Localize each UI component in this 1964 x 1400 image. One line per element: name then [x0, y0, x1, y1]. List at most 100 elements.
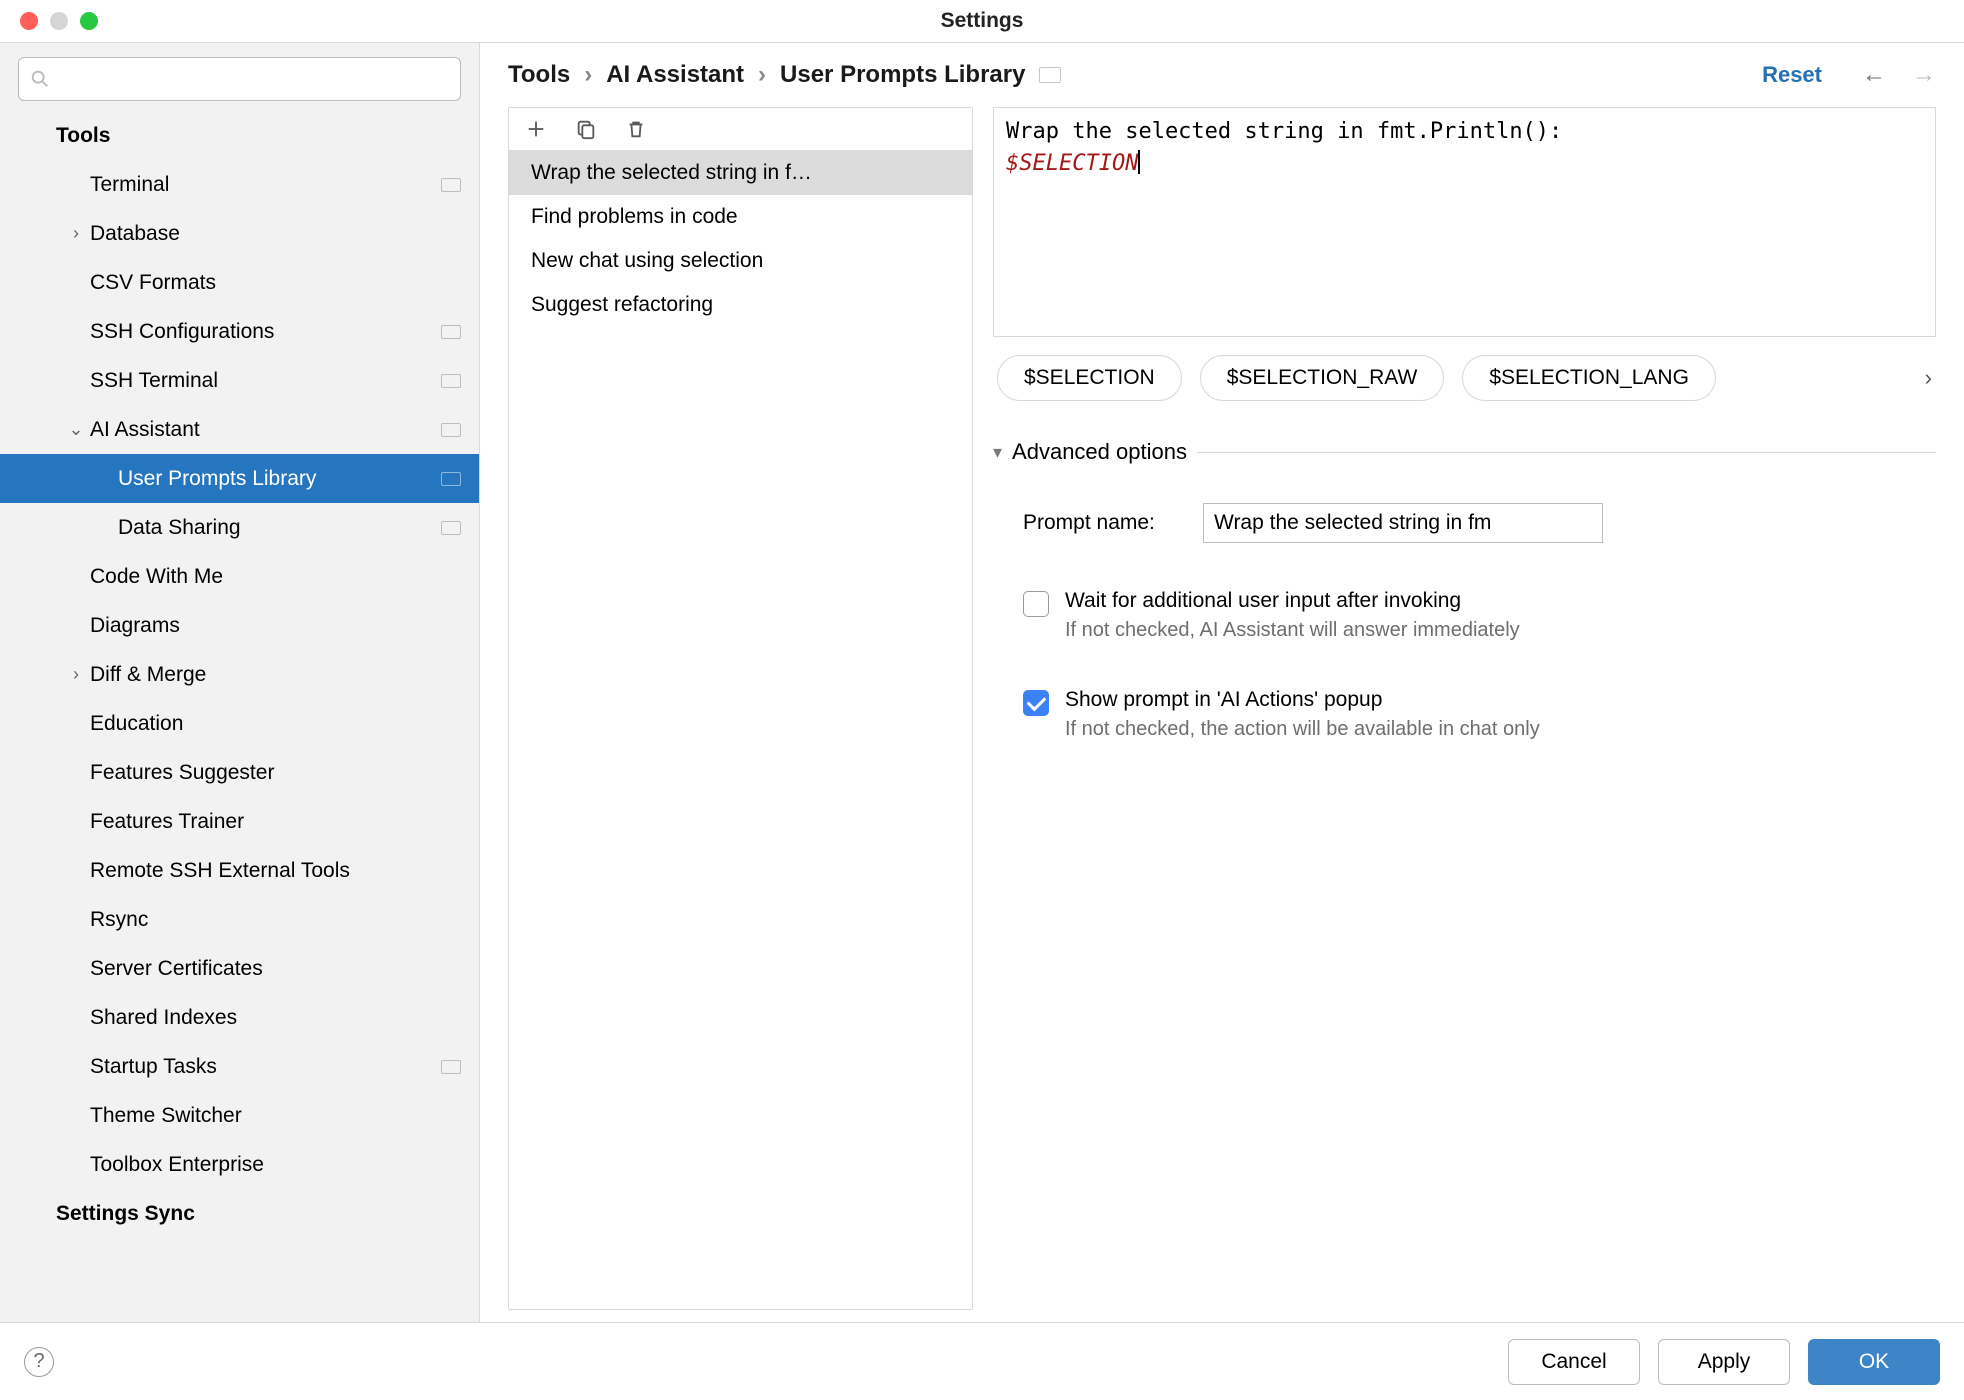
sidebar-item-terminal[interactable]: Terminal — [0, 160, 479, 209]
sidebar-item-server-certificates[interactable]: Server Certificates — [0, 944, 479, 993]
sidebar-item-user-prompts-library[interactable]: User Prompts Library — [0, 454, 479, 503]
sidebar-item-ssh-terminal[interactable]: SSH Terminal — [0, 356, 479, 405]
add-icon[interactable] — [525, 118, 547, 140]
advanced-options-header[interactable]: ▾ Advanced options — [993, 439, 1936, 465]
search-input[interactable] — [57, 66, 450, 92]
chevron-down-icon: ▾ — [993, 442, 1002, 463]
sidebar-item-shared-indexes[interactable]: Shared Indexes — [0, 993, 479, 1042]
token-row: $SELECTION $SELECTION_RAW $SELECTION_LAN… — [993, 355, 1936, 401]
crumb-tools[interactable]: Tools — [508, 61, 570, 89]
prompt-name-row: Prompt name: — [993, 503, 1936, 543]
scope-tag-icon — [441, 1060, 461, 1074]
sidebar-item-data-sharing[interactable]: Data Sharing — [0, 503, 479, 552]
sidebar-item-rsync[interactable]: Rsync — [0, 895, 479, 944]
minimize-window-button[interactable] — [50, 12, 68, 30]
sidebar-item-features-suggester[interactable]: Features Suggester — [0, 748, 479, 797]
sidebar-item-code-with-me[interactable]: Code With Me — [0, 552, 479, 601]
editor-variable: $SELECTION — [1006, 151, 1138, 176]
sidebar-item-label: Tools — [56, 124, 461, 148]
prompt-item[interactable]: Find problems in code — [509, 195, 972, 239]
apply-button[interactable]: Apply — [1658, 1339, 1790, 1385]
prompt-list-panel: Wrap the selected string in f…Find probl… — [508, 107, 973, 1310]
delete-icon[interactable] — [625, 118, 647, 140]
settings-sidebar: Tools Terminal›Database CSV Formats SSH Con… — [0, 43, 480, 1322]
sidebar-item-diagrams[interactable]: Diagrams — [0, 601, 479, 650]
window-title: Settings — [0, 9, 1964, 33]
prompt-item[interactable]: Suggest refactoring — [509, 283, 972, 327]
chevron-right-icon: › — [758, 61, 766, 89]
sidebar-item-label: Diff & Merge — [90, 663, 461, 687]
sidebar-item-label: Startup Tasks — [90, 1055, 433, 1079]
ok-button[interactable]: OK — [1808, 1339, 1940, 1385]
sidebar-search[interactable] — [18, 57, 461, 101]
show-popup-hint: If not checked, the action will be avail… — [1065, 718, 1540, 741]
sidebar-item-label: SSH Terminal — [90, 369, 433, 393]
show-popup-label: Show prompt in 'AI Actions' popup — [1065, 688, 1540, 712]
chevron-right-icon: › — [62, 664, 90, 685]
sidebar-item-label: Data Sharing — [118, 516, 433, 540]
token-selection-raw[interactable]: $SELECTION_RAW — [1200, 355, 1445, 401]
sidebar-item-tools[interactable]: Tools — [0, 111, 479, 160]
sidebar-item-theme-switcher[interactable]: Theme Switcher — [0, 1091, 479, 1140]
sidebar-item-label: Theme Switcher — [90, 1104, 461, 1128]
sidebar-item-ai-assistant[interactable]: ⌄AI Assistant — [0, 405, 479, 454]
sidebar-item-label: Settings Sync — [56, 1202, 461, 1226]
sidebar-item-label: Remote SSH External Tools — [90, 859, 461, 883]
sidebar-item-label: Rsync — [90, 908, 461, 932]
wait-input-checkbox[interactable] — [1023, 591, 1049, 617]
prompt-item[interactable]: Wrap the selected string in f… — [509, 151, 972, 195]
sidebar-item-diff-merge[interactable]: ›Diff & Merge — [0, 650, 479, 699]
advanced-options-title: Advanced options — [1012, 439, 1187, 465]
prompt-name-label: Prompt name: — [1023, 511, 1183, 535]
chevron-down-icon: ⌄ — [62, 419, 90, 440]
show-popup-checkbox[interactable] — [1023, 690, 1049, 716]
sidebar-item-label: Diagrams — [90, 614, 461, 638]
crumb-ai-assistant[interactable]: AI Assistant — [606, 61, 744, 89]
show-popup-row: Show prompt in 'AI Actions' popup If not… — [993, 688, 1936, 741]
sidebar-item-features-trainer[interactable]: Features Trainer — [0, 797, 479, 846]
sidebar-item-label: SSH Configurations — [90, 320, 433, 344]
token-selection[interactable]: $SELECTION — [997, 355, 1182, 401]
editor-line-1: Wrap the selected string in fmt.Println(… — [1006, 119, 1562, 144]
breadcrumb: Tools › AI Assistant › User Prompts Libr… — [508, 61, 1061, 89]
traffic-lights — [20, 12, 98, 30]
prompt-toolbar — [509, 108, 972, 151]
copy-icon[interactable] — [575, 118, 597, 140]
scope-tag-icon — [441, 374, 461, 388]
scope-tag-icon — [441, 521, 461, 535]
prompt-editor[interactable]: Wrap the selected string in fmt.Println(… — [993, 107, 1936, 337]
sidebar-item-settings-sync[interactable]: Settings Sync — [0, 1189, 479, 1238]
sidebar-item-csv-formats[interactable]: CSV Formats — [0, 258, 479, 307]
prompt-list[interactable]: Wrap the selected string in f…Find probl… — [509, 151, 972, 1309]
scope-tag-icon — [1039, 67, 1061, 83]
main-header: Tools › AI Assistant › User Prompts Libr… — [480, 43, 1964, 107]
help-icon[interactable]: ? — [24, 1347, 54, 1377]
sidebar-item-ssh-configurations[interactable]: SSH Configurations — [0, 307, 479, 356]
nav-back-icon[interactable]: ← — [1862, 61, 1886, 89]
sidebar-item-label: CSV Formats — [90, 271, 461, 295]
main-panel: Tools › AI Assistant › User Prompts Libr… — [480, 43, 1964, 1322]
chevron-right-icon: › — [584, 61, 592, 89]
sidebar-item-database[interactable]: ›Database — [0, 209, 479, 258]
token-selection-lang[interactable]: $SELECTION_LANG — [1462, 355, 1716, 401]
prompt-name-input[interactable] — [1203, 503, 1603, 543]
prompt-item[interactable]: New chat using selection — [509, 239, 972, 283]
sidebar-item-remote-ssh-external-tools[interactable]: Remote SSH External Tools — [0, 846, 479, 895]
cancel-button[interactable]: Cancel — [1508, 1339, 1640, 1385]
nav-forward-icon: → — [1912, 61, 1936, 89]
sidebar-item-startup-tasks[interactable]: Startup Tasks — [0, 1042, 479, 1091]
scope-tag-icon — [441, 325, 461, 339]
token-more-icon[interactable]: › — [1925, 365, 1932, 391]
wait-input-label: Wait for additional user input after inv… — [1065, 589, 1520, 613]
sidebar-item-education[interactable]: Education — [0, 699, 479, 748]
close-window-button[interactable] — [20, 12, 38, 30]
footer: ? Cancel Apply OK — [0, 1322, 1964, 1400]
sidebar-item-toolbox-enterprise[interactable]: Toolbox Enterprise — [0, 1140, 479, 1189]
scope-tag-icon — [441, 423, 461, 437]
sidebar-item-label: Server Certificates — [90, 957, 461, 981]
reset-link[interactable]: Reset — [1762, 62, 1822, 88]
divider — [1197, 452, 1936, 453]
maximize-window-button[interactable] — [80, 12, 98, 30]
settings-tree[interactable]: Tools Terminal›Database CSV Formats SSH Con… — [0, 111, 479, 1322]
wait-input-hint: If not checked, AI Assistant will answer… — [1065, 619, 1520, 642]
